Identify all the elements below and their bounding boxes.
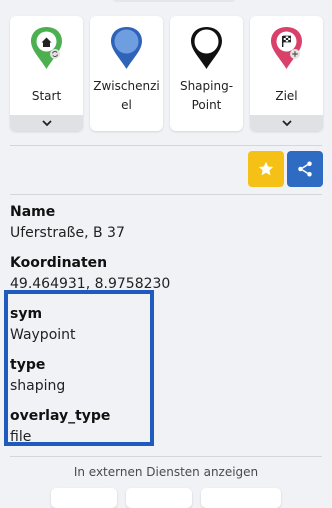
destination-card-label: Ziel: [275, 88, 298, 103]
highlight-box: [4, 290, 154, 446]
external-services-label: In externen Diensten anzeigen: [73, 465, 259, 479]
sheet-drag-handle[interactable]: [113, 0, 235, 2]
share-icon: [298, 161, 312, 177]
property-key: Name: [10, 204, 56, 220]
shaping-pin-icon: [191, 27, 222, 69]
divider: [10, 194, 322, 195]
via-pin-icon: [111, 27, 142, 69]
start-expand-button[interactable]: [10, 115, 83, 131]
destination-card[interactable]: Ziel: [250, 16, 323, 131]
destination-pin-icon: [271, 27, 302, 69]
share-button[interactable]: [287, 151, 323, 187]
divider: [10, 456, 322, 457]
favorite-button[interactable]: [248, 151, 284, 187]
shaping-point-card-label: Shaping-Point: [179, 79, 234, 112]
start-card[interactable]: Start: [10, 16, 83, 131]
external-service-button[interactable]: [201, 488, 281, 508]
shaping-point-card[interactable]: Shaping-Point: [170, 16, 243, 131]
property-key: Koordinaten: [10, 255, 108, 271]
start-card-label: Start: [31, 88, 62, 103]
start-pin-icon: [31, 27, 62, 69]
divider: [10, 145, 322, 146]
destination-expand-button[interactable]: [250, 115, 323, 131]
star-icon: [258, 161, 274, 176]
chevron-down-icon: [281, 120, 292, 127]
via-card-label: Zwischenziel: [93, 79, 160, 112]
waypoint-type-cards: Start Zwischenziel Shaping-Point Ziel: [10, 16, 324, 131]
external-service-button[interactable]: [51, 488, 117, 508]
via-card[interactable]: Zwischenziel: [90, 16, 163, 131]
property-value: Uferstraße, B 37: [10, 225, 125, 241]
external-service-button[interactable]: [126, 488, 192, 508]
chevron-down-icon: [41, 120, 52, 127]
